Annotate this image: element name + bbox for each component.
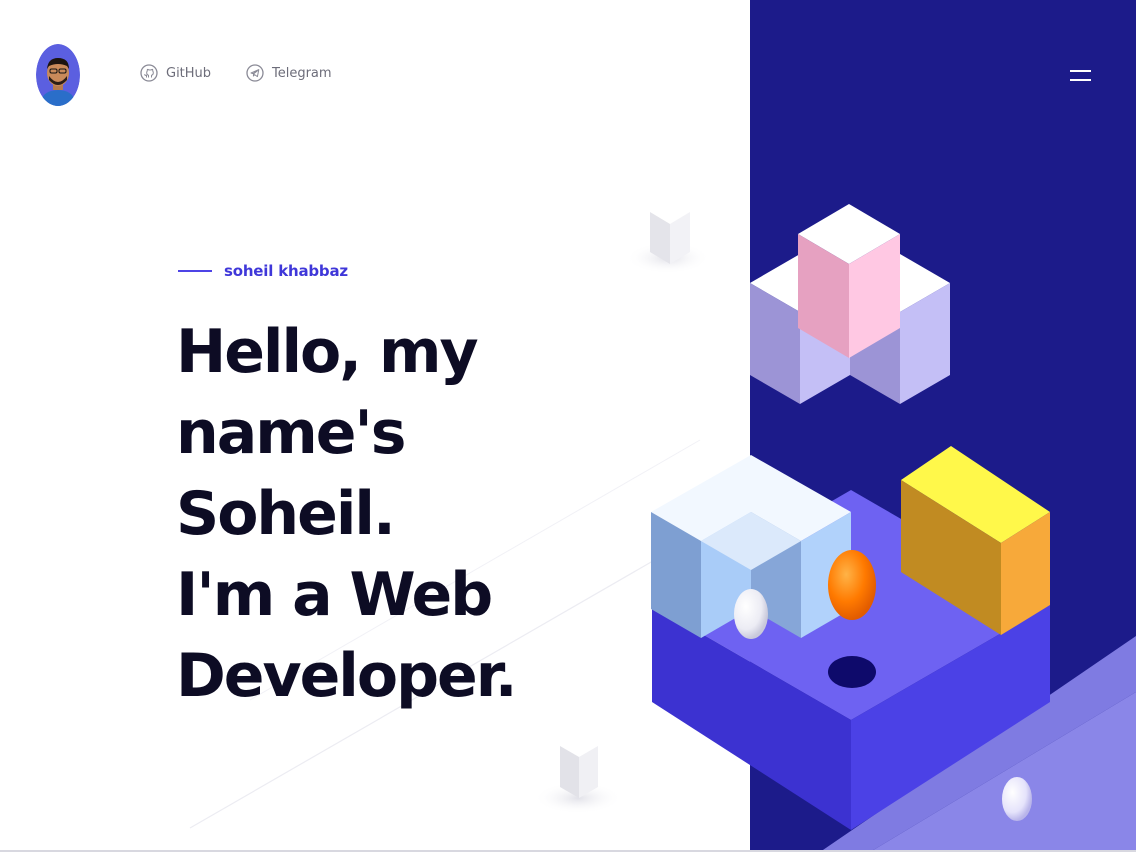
hero-eyebrow: soheil khabbaz [178, 262, 348, 280]
github-link-label: GitHub [166, 65, 212, 81]
github-icon [140, 64, 158, 82]
telegram-icon [246, 64, 264, 82]
cube-shadow [534, 782, 622, 814]
hamburger-menu-icon [1070, 70, 1091, 72]
small-cube [560, 735, 598, 757]
small-cube [650, 200, 690, 224]
right-panel [750, 0, 1136, 852]
avatar[interactable] [36, 44, 80, 106]
hamburger-menu-button[interactable] [1068, 64, 1094, 86]
avatar-image [36, 44, 80, 106]
headline-line: Developer. [176, 641, 518, 711]
headline-line: name's [176, 398, 407, 468]
github-link[interactable]: GitHub [140, 64, 211, 82]
page: GitHub Telegram soheil khabbaz Hello, my… [0, 0, 1136, 852]
headline-line: Soheil. [176, 479, 396, 549]
hero-headline: Hello, my name's Soheil. I'm a Web Devel… [176, 312, 596, 717]
headline-line: Hello, my [176, 317, 479, 387]
cube-shadow [626, 242, 710, 274]
eyebrow-line [178, 270, 212, 272]
telegram-link[interactable]: Telegram [246, 64, 332, 82]
headline-line: I'm a Web [176, 560, 493, 630]
author-name: soheil khabbaz [224, 262, 348, 280]
telegram-link-label: Telegram [272, 65, 332, 81]
